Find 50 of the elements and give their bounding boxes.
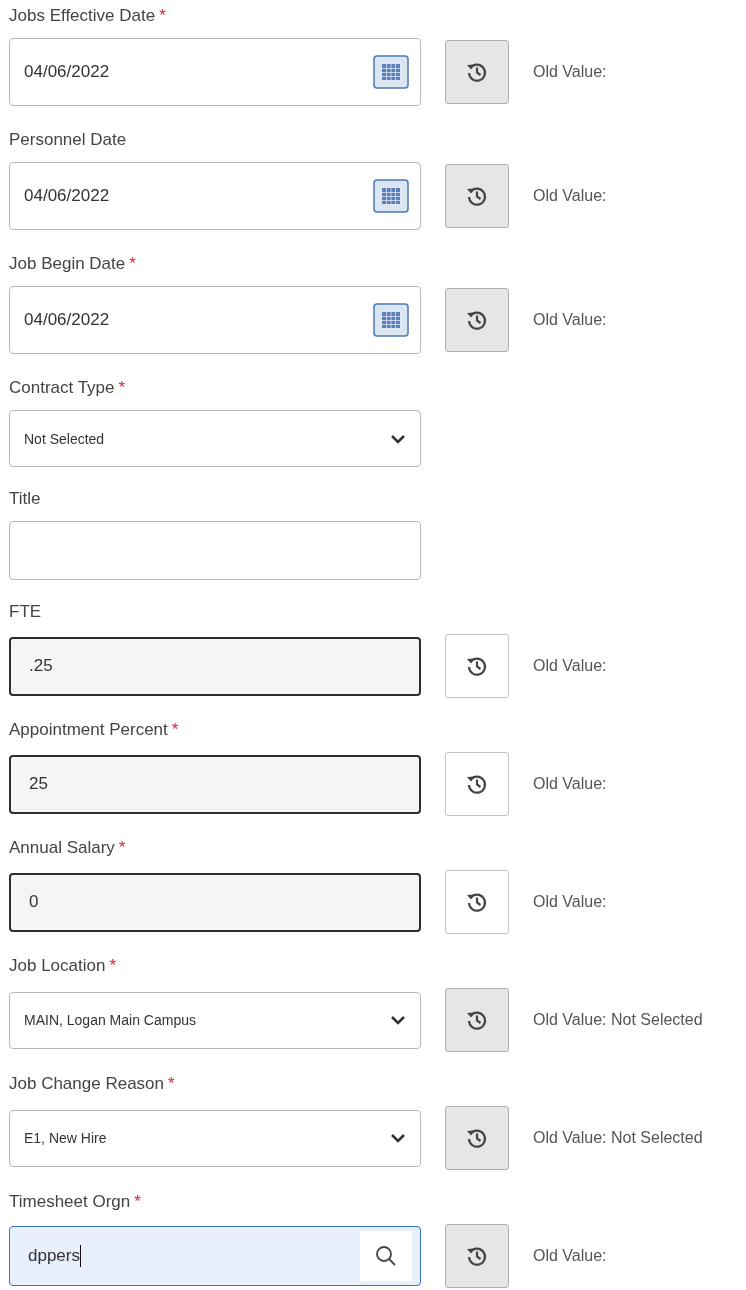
field-label: Appointment Percent <box>9 720 168 740</box>
field-label: Job Begin Date <box>9 254 126 274</box>
required-asterisk: * <box>118 838 126 858</box>
dropdown[interactable]: E1, New Hire <box>9 1109 421 1167</box>
date-field[interactable]: 04/06/2022 <box>9 162 421 230</box>
old-value-text: Old Value: <box>533 1247 607 1265</box>
calendar-icon[interactable] <box>373 179 409 213</box>
field-label: Title <box>9 489 41 509</box>
input-field[interactable]: 25 <box>9 754 421 814</box>
old-value-text: Old Value: Not Selected <box>533 1011 703 1029</box>
search-field[interactable]: dppers <box>9 1226 421 1286</box>
field-label: Annual Salary <box>9 838 115 858</box>
field-label: FTE <box>9 602 42 622</box>
field-label: Job Change Reason <box>9 1074 164 1094</box>
old-value-text: Old Value: <box>533 311 607 329</box>
text-cursor <box>80 1245 82 1267</box>
field-label: Job Location <box>9 956 106 976</box>
required-asterisk: * <box>168 1074 175 1094</box>
calendar-icon[interactable] <box>373 55 409 89</box>
required-asterisk: * <box>159 6 166 26</box>
field-label: Jobs Effective Date <box>9 6 156 26</box>
history-button[interactable] <box>445 870 509 934</box>
history-button[interactable] <box>445 634 509 698</box>
required-asterisk: * <box>129 254 136 274</box>
history-button[interactable] <box>445 752 509 816</box>
date-field[interactable]: 04/06/2022 <box>9 286 421 354</box>
calendar-icon[interactable] <box>373 303 409 337</box>
chevron-down-icon <box>390 433 406 444</box>
field-label: Timesheet Orgn <box>9 1192 131 1212</box>
required-asterisk: * <box>118 378 126 398</box>
required-asterisk: * <box>109 956 117 976</box>
input-field[interactable]: 0 <box>9 872 421 932</box>
field-label: Contract Type <box>9 378 115 398</box>
input-field[interactable]: .25 <box>9 636 421 696</box>
dropdown[interactable]: MAIN, Logan Main Campus <box>9 991 421 1049</box>
field-label: Personnel Date <box>9 130 127 150</box>
old-value-text: Old Value: <box>533 187 607 205</box>
old-value-text: Old Value: <box>533 657 607 675</box>
date-field[interactable]: 04/06/2022 <box>9 38 421 106</box>
chevron-down-icon <box>390 1133 406 1143</box>
required-asterisk: * <box>171 720 179 740</box>
search-icon[interactable] <box>360 1231 412 1281</box>
dropdown[interactable]: Not Selected <box>9 410 421 467</box>
required-asterisk: * <box>134 1192 141 1212</box>
old-value-text: Old Value: <box>533 775 607 793</box>
old-value-text: Old Value: <box>533 893 607 911</box>
old-value-text: Old Value: <box>533 63 607 81</box>
chevron-down-icon <box>390 1015 406 1025</box>
input-field[interactable] <box>9 521 421 580</box>
old-value-text: Old Value: Not Selected <box>533 1129 703 1147</box>
